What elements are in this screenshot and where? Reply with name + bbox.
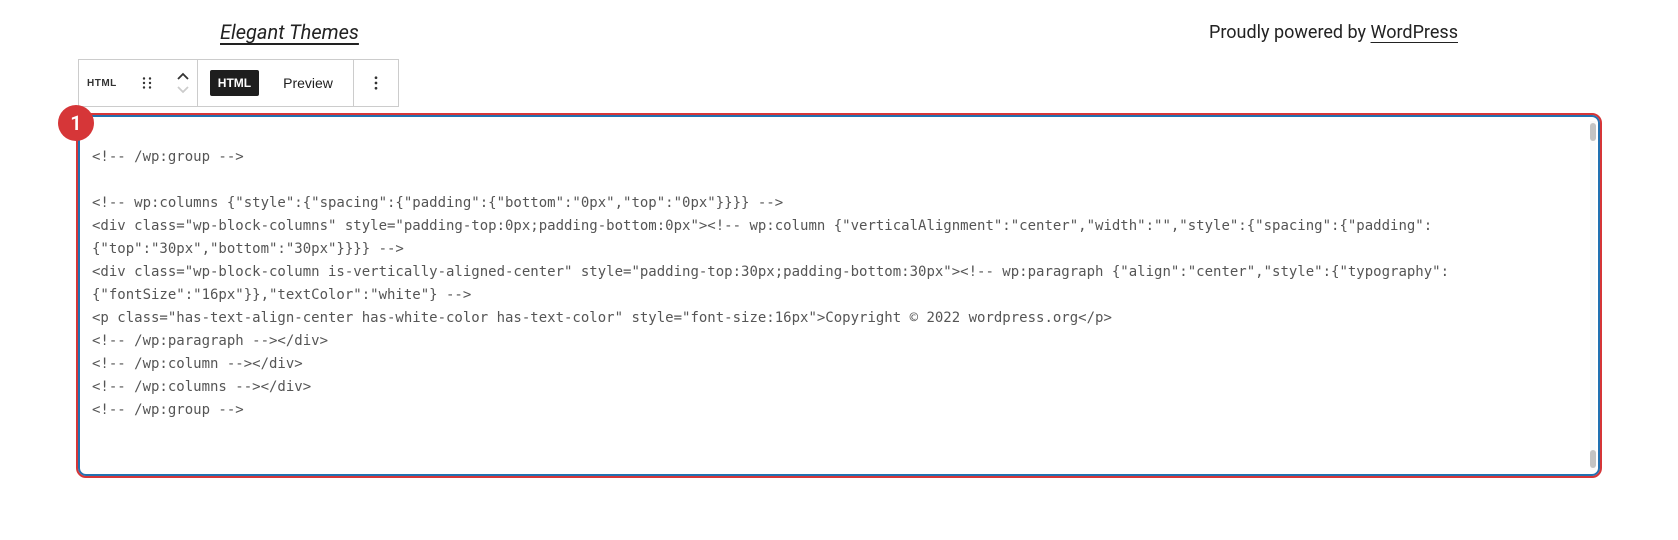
- chevron-up-icon: [176, 72, 190, 82]
- powered-by-text: Proudly powered by WordPress: [1209, 22, 1458, 43]
- code-line: <!-- wp:columns {"style":{"spacing":{"pa…: [92, 195, 783, 211]
- code-line: <!-- /wp:group -->: [92, 149, 244, 165]
- chevron-down-icon: [176, 84, 190, 94]
- preview-tab-label: Preview: [279, 75, 345, 91]
- block-toolbar-wrapper: HTML HTML: [78, 59, 1618, 107]
- html-tab-button[interactable]: HTML: [198, 60, 271, 106]
- drag-handle-icon: [138, 74, 156, 92]
- html-block-label: HTML: [87, 78, 117, 89]
- move-up-down-button[interactable]: [169, 60, 197, 106]
- code-line: <p class="has-text-align-center has-whit…: [92, 310, 1112, 326]
- step-badge: 1: [58, 105, 94, 141]
- site-title-link[interactable]: Elegant Themes: [220, 20, 359, 44]
- code-line: <!-- /wp:column --></div>: [92, 356, 303, 372]
- preview-tab-button[interactable]: Preview: [271, 60, 353, 106]
- more-vertical-icon: [367, 74, 385, 92]
- wordpress-link[interactable]: WordPress: [1371, 22, 1458, 43]
- scrollbar-track: [1590, 121, 1596, 470]
- scrollbar-thumb-bottom[interactable]: [1590, 450, 1596, 468]
- drag-handle-button[interactable]: [125, 60, 169, 106]
- code-line: <div class="wp-block-column is-verticall…: [92, 264, 1449, 303]
- toolbar-group-view-mode: HTML Preview: [198, 60, 354, 106]
- code-line: <!-- /wp:paragraph --></div>: [92, 333, 328, 349]
- scrollbar-thumb-top[interactable]: [1590, 123, 1596, 141]
- toolbar-group-more: [354, 60, 398, 106]
- powered-by-prefix: Proudly powered by: [1209, 22, 1371, 43]
- html-code-editor[interactable]: <!-- /wp:group --> <!-- wp:columns {"sty…: [78, 115, 1600, 476]
- html-tab-label: HTML: [210, 70, 259, 96]
- more-options-button[interactable]: [354, 60, 398, 106]
- page-header: Elegant Themes Proudly powered by WordPr…: [60, 20, 1618, 59]
- code-line: <div class="wp-block-columns" style="pad…: [92, 218, 1432, 257]
- block-type-button[interactable]: HTML: [79, 60, 125, 106]
- block-toolbar: HTML HTML: [78, 59, 399, 107]
- toolbar-group-block-type: HTML: [79, 60, 198, 106]
- code-line: <!-- /wp:columns --></div>: [92, 379, 311, 395]
- code-line: <!-- /wp:group -->: [92, 402, 244, 418]
- code-editor-wrapper: 1 <!-- /wp:group --> <!-- wp:columns {"s…: [78, 115, 1600, 476]
